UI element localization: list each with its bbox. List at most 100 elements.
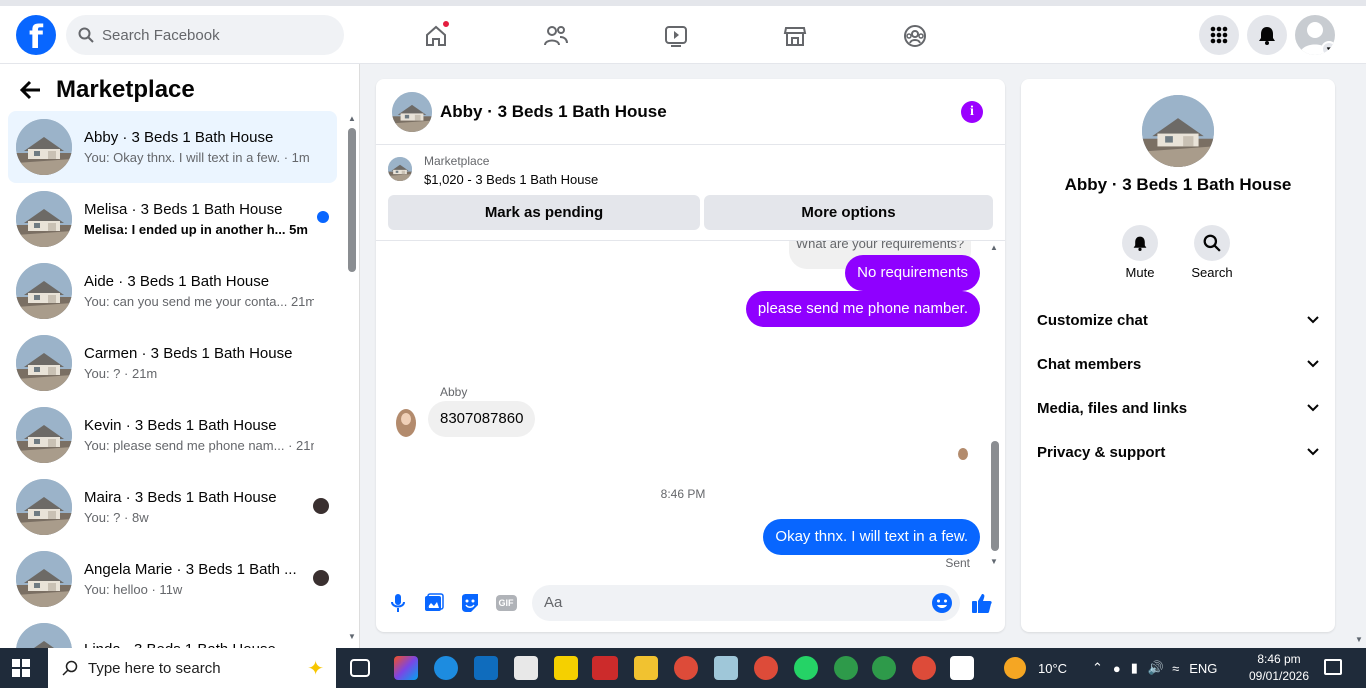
nav-groups[interactable] <box>895 16 935 56</box>
system-tray[interactable]: ⌃ ● ▮ 🔊 ≈ ENG <box>1092 648 1217 688</box>
search-conversation-button[interactable] <box>1194 225 1230 261</box>
emoji-button[interactable] <box>928 589 956 617</box>
message-bubble-outgoing[interactable]: No requirements <box>845 255 980 291</box>
message-status: Sent <box>945 556 970 570</box>
weather-widget[interactable]: 10°C <box>1004 648 1067 688</box>
chevron-up-icon[interactable]: ⌃ <box>1092 660 1103 676</box>
menu-button[interactable] <box>1199 15 1239 55</box>
voice-clip-button[interactable] <box>384 589 412 617</box>
language-indicator[interactable]: ENG <box>1189 661 1217 676</box>
outlook-icon[interactable] <box>474 656 498 680</box>
conversation-preview: You: ? · 21m <box>84 366 314 381</box>
conversation-item[interactable]: Angela Marie · 3 Beds 1 Bath ... You: hel… <box>8 543 337 615</box>
scroll-down-icon[interactable]: ▼ <box>1355 635 1363 644</box>
battery-icon[interactable]: ▮ <box>1131 660 1138 676</box>
chat-scrollbar[interactable]: ▲ ▼ <box>990 241 1000 571</box>
scroll-down-icon[interactable]: ▼ <box>348 632 356 641</box>
conversation-avatar <box>16 263 72 319</box>
chrome-profile-icon[interactable] <box>754 656 778 680</box>
task-view-icon[interactable] <box>350 659 370 677</box>
preview-time: 21m <box>290 294 314 309</box>
gif-button[interactable]: GIF <box>492 589 520 617</box>
scroll-up-icon[interactable]: ▲ <box>348 114 356 123</box>
whatsapp-icon[interactable] <box>794 656 818 680</box>
snipping-tool-icon[interactable] <box>592 656 618 680</box>
scroll-up-icon[interactable]: ▲ <box>990 243 998 252</box>
like-button[interactable] <box>968 589 996 617</box>
message-input[interactable]: Aa <box>532 585 960 621</box>
more-options-button[interactable]: More options <box>704 195 993 230</box>
notepad-icon[interactable] <box>714 656 738 680</box>
account-avatar[interactable]: ▾ <box>1295 15 1335 55</box>
listing-thumbnail[interactable] <box>388 157 412 181</box>
info-icon[interactable]: i <box>961 101 983 123</box>
marketplace-sidebar: Marketplace Abby · 3 Beds 1 Bath House Yo… <box>0 64 360 648</box>
scrollbar-thumb[interactable] <box>348 128 356 272</box>
network-icon[interactable]: ● <box>1113 661 1121 676</box>
listing-profile-image[interactable] <box>1142 95 1214 167</box>
chrome-profile-icon[interactable] <box>834 656 858 680</box>
volume-icon[interactable]: 🔊 <box>1148 660 1164 676</box>
chrome-profile-icon[interactable] <box>912 656 936 680</box>
conversation-item[interactable]: Maira · 3 Beds 1 Bath House You: ? · 8w <box>8 471 337 543</box>
sticker-button[interactable] <box>456 589 484 617</box>
chrome-icon[interactable] <box>674 656 698 680</box>
conversation-item[interactable]: Aide · 3 Beds 1 Bath House You: can you s… <box>8 255 337 327</box>
chat-members-section[interactable]: Chat members <box>1037 342 1319 386</box>
sticky-notes-icon[interactable] <box>554 656 578 680</box>
message-bubble-outgoing[interactable]: Okay thnx. I will text in a few. <box>763 519 980 555</box>
sidebar-scrollbar[interactable]: ▲ ▼ <box>346 114 358 644</box>
sender-avatar[interactable] <box>396 409 416 437</box>
file-explorer-icon[interactable] <box>634 656 658 680</box>
conversation-preview: You: helloo · 11w <box>84 582 314 597</box>
message-bubble-incoming[interactable]: 8307087860 <box>428 401 536 437</box>
section-label: Customize chat <box>1037 311 1148 329</box>
photo-icon <box>425 593 444 611</box>
facebook-logo[interactable]: f <box>16 15 56 55</box>
details-name[interactable]: Abby · 3 Beds 1 Bath House <box>1021 175 1335 195</box>
listing-price[interactable]: $1,020 - 3 Beds 1 Bath House <box>424 172 598 187</box>
scroll-down-icon[interactable]: ▼ <box>990 557 998 566</box>
preview-time: · 21m <box>124 366 158 381</box>
conversation-item[interactable]: Melisa · 3 Beds 1 Bath House Melisa: I en… <box>8 183 337 255</box>
conversation-item[interactable]: Carmen · 3 Beds 1 Bath House You: ? · 21m <box>8 327 337 399</box>
gif-icon: GIF <box>495 595 517 611</box>
copilot-icon[interactable] <box>394 656 418 680</box>
search-facebook-input[interactable]: Search Facebook <box>66 15 344 55</box>
mute-button[interactable] <box>1122 225 1158 261</box>
media-files-links-section[interactable]: Media, files and links <box>1037 386 1319 430</box>
back-arrow-icon[interactable] <box>20 80 42 100</box>
edge-icon[interactable] <box>434 656 458 680</box>
wifi-icon[interactable]: ≈ <box>1172 661 1179 676</box>
conversation-name: Kevin · 3 Beds 1 Bath House <box>84 417 277 434</box>
store-icon[interactable] <box>514 656 538 680</box>
start-button[interactable] <box>12 659 30 681</box>
capcut-icon[interactable] <box>950 656 974 680</box>
nav-video[interactable] <box>656 16 696 56</box>
nav-home[interactable] <box>416 16 456 56</box>
attach-photo-button[interactable] <box>420 589 448 617</box>
message-bubble-outgoing[interactable]: please send me phone namber. <box>745 291 980 327</box>
mark-as-pending-button[interactable]: Mark as pending <box>388 195 700 230</box>
page-scrollbar[interactable]: ▼ <box>1352 64 1366 648</box>
conversation-item[interactable]: Abby · 3 Beds 1 Bath House You: Okay thnx… <box>8 111 337 183</box>
chat-title[interactable]: Abby · 3 Beds 1 Bath House <box>440 102 667 122</box>
clock[interactable]: 8:46 pm 09/01/2026 <box>1244 651 1314 685</box>
preview-time: 5m <box>289 222 308 237</box>
customize-chat-section[interactable]: Customize chat <box>1037 298 1319 342</box>
preview-text: You: ? <box>84 510 121 525</box>
nav-friends[interactable] <box>536 16 576 56</box>
conversation-item[interactable]: Linda · 3 Beds 1 Bath House <box>8 615 337 648</box>
preview-time: · 11w <box>151 582 183 597</box>
search-icon <box>1203 234 1221 252</box>
chrome-profile-icon[interactable] <box>872 656 896 680</box>
notification-center-icon[interactable] <box>1324 659 1342 675</box>
privacy-support-section[interactable]: Privacy & support <box>1037 430 1319 474</box>
search-icon <box>78 27 94 43</box>
notifications-button[interactable] <box>1247 15 1287 55</box>
taskbar-search[interactable]: Type here to search ✦ <box>48 648 336 688</box>
nav-marketplace[interactable] <box>775 16 815 56</box>
conversation-item[interactable]: Kevin · 3 Beds 1 Bath House You: please s… <box>8 399 337 471</box>
scrollbar-thumb[interactable] <box>991 441 999 551</box>
listing-avatar[interactable] <box>392 91 432 132</box>
